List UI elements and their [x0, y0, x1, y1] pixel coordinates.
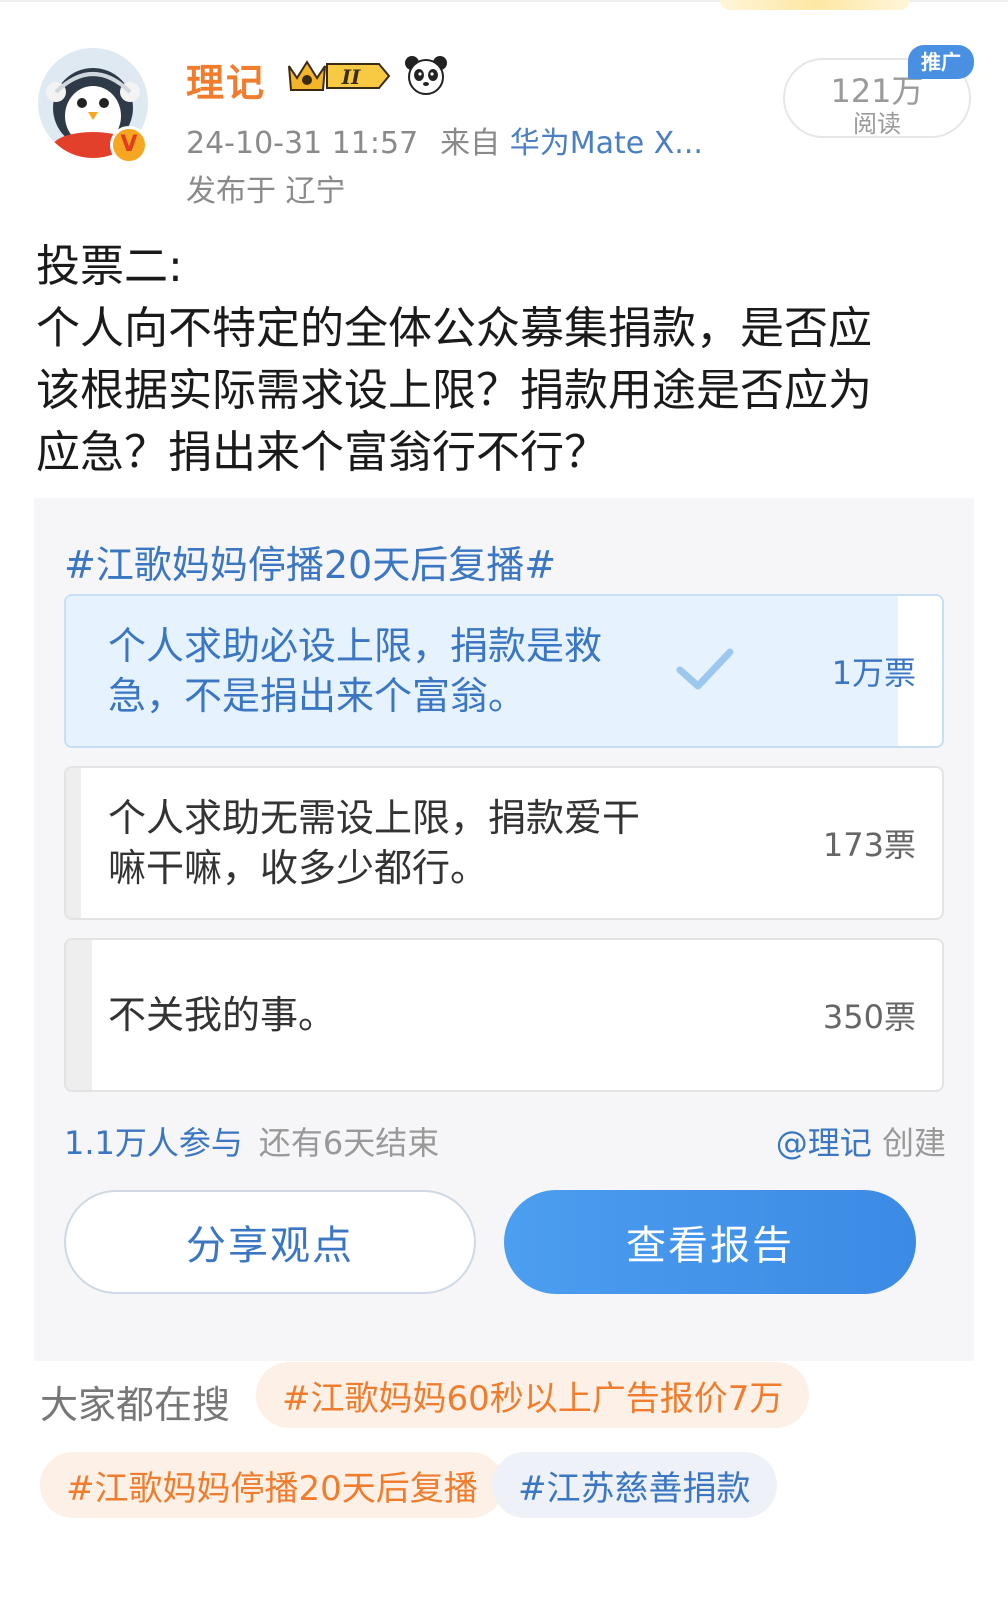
poll-option-2[interactable]: 个人求助无需设上限，捐款爱干嘛干嘛，收多少都行。 173票	[64, 766, 944, 920]
creator-suffix: 创建	[881, 1124, 946, 1162]
poll-remaining: 还有6天结束	[258, 1124, 440, 1162]
poll-option-fill	[66, 940, 93, 1090]
crown-level-icon: II	[288, 60, 391, 91]
poll-option-text: 个人求助必设上限，捐款是救急，不是捐出来个富翁。	[108, 624, 603, 718]
promo-tag: 推广	[908, 45, 974, 79]
source-prefix: 来自	[440, 126, 501, 161]
panda-icon	[405, 56, 447, 95]
level-badge-label: II	[341, 65, 361, 89]
share-opinion-button[interactable]: 分享观点	[64, 1190, 476, 1294]
post-line: 投票二:	[36, 241, 183, 292]
hot-search-chip[interactable]: #江歌妈妈60秒以上广告报价7万	[256, 1362, 810, 1428]
username[interactable]: 理记	[186, 52, 266, 107]
poll-option-text: 不关我的事。	[108, 993, 337, 1037]
top-decoration	[720, 0, 910, 10]
view-report-button[interactable]: 查看报告	[504, 1190, 916, 1294]
post-meta: 24-10-31 11:57 来自 华为Mate X...	[186, 118, 703, 162]
poll-option-fill	[66, 768, 81, 918]
poll-option-votes: 173票	[822, 826, 916, 864]
post-line: 个人向不特定的全体公众募集捐款，是否应	[36, 303, 872, 354]
poll-info: 1.1万人参与 还有6天结束	[64, 1118, 439, 1164]
poll-card: #江歌妈妈停播20天后复播# 个人求助必设上限，捐款是救急，不是捐出来个富翁。 …	[34, 498, 974, 1361]
poll-participants: 1.1万人参与	[64, 1124, 243, 1162]
read-label: 阅读	[853, 110, 901, 138]
source-device-link[interactable]: 华为Mate X...	[510, 126, 703, 161]
poll-option-1[interactable]: 个人求助必设上限，捐款是救急，不是捐出来个富翁。 1万票	[64, 594, 944, 748]
poll-option-text: 个人求助无需设上限，捐款爱干嘛干嘛，收多少都行。	[108, 796, 641, 890]
hot-search-label: 大家都在搜	[40, 1383, 231, 1427]
post-line: 该根据实际需求设上限？捐款用途是否应为	[36, 365, 872, 416]
creator-handle-link[interactable]: @理记	[776, 1124, 872, 1162]
location: 发布于 辽宁	[186, 174, 346, 209]
post-body: 投票二: 个人向不特定的全体公众募集捐款，是否应 该根据实际需求设上限？捐款用途…	[36, 236, 976, 484]
hot-search-chip[interactable]: #江苏慈善捐款	[492, 1452, 777, 1518]
timestamp: 24-10-31 11:57	[186, 126, 419, 161]
poll-option-votes: 1万票	[831, 654, 916, 692]
poll-creator: @理记 创建	[776, 1118, 946, 1164]
post-line: 应急？捐出来个富翁行不行？	[36, 427, 608, 478]
poll-topic-link[interactable]: #江歌妈妈停播20天后复播#	[64, 534, 556, 589]
poll-option-3[interactable]: 不关我的事。 350票	[64, 938, 944, 1092]
hot-search-chip[interactable]: #江歌妈妈停播20天后复播	[40, 1452, 504, 1518]
poll-option-votes: 350票	[822, 998, 916, 1036]
verified-badge: V	[110, 126, 148, 164]
check-icon	[676, 648, 734, 690]
